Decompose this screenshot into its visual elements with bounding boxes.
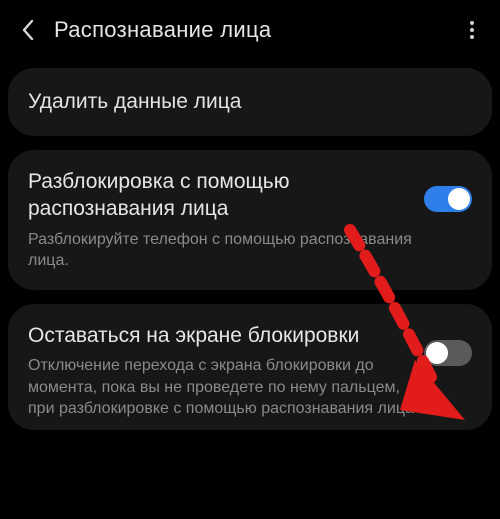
dot-icon — [470, 21, 474, 25]
face-unlock-desc: Разблокируйте телефон с помощью распозна… — [28, 229, 414, 272]
toggle-knob — [426, 342, 448, 364]
overflow-menu-button[interactable] — [458, 16, 486, 44]
stay-on-lockscreen-desc: Отключение перехода с экрана блокировки … — [28, 355, 414, 420]
face-unlock-title: Разблокировка с помощью распознавания ли… — [28, 168, 414, 223]
face-unlock-toggle[interactable] — [424, 186, 472, 212]
chevron-left-icon — [21, 19, 35, 41]
face-unlock-item[interactable]: Разблокировка с помощью распознавания ли… — [8, 150, 492, 290]
dot-icon — [470, 35, 474, 39]
delete-face-data-label: Удалить данные лица — [28, 90, 472, 114]
page-title: Распознавание лица — [54, 17, 458, 43]
header: Распознавание лица — [0, 0, 500, 62]
dot-icon — [470, 28, 474, 32]
delete-face-data-item[interactable]: Удалить данные лица — [8, 68, 492, 136]
toggle-knob — [448, 188, 470, 210]
stay-on-lockscreen-toggle[interactable] — [424, 340, 472, 366]
back-button[interactable] — [14, 16, 42, 44]
stay-on-lockscreen-item[interactable]: Оставаться на экране блокировки Отключен… — [8, 304, 492, 430]
stay-on-lockscreen-title: Оставаться на экране блокировки — [28, 322, 414, 349]
